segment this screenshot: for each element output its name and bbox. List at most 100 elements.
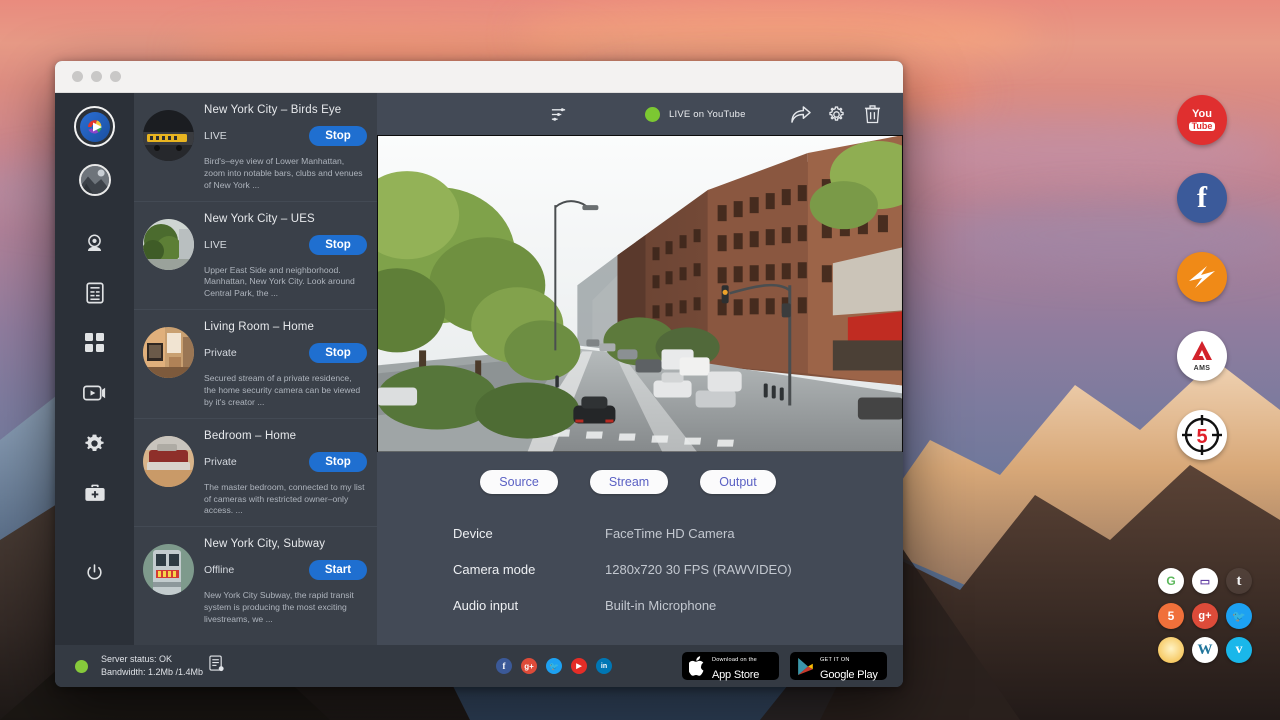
user-avatar[interactable] bbox=[79, 164, 111, 196]
rail-item-dashboard[interactable] bbox=[78, 326, 112, 360]
server-status-line: Server status: OK bbox=[101, 653, 203, 666]
window-titlebar bbox=[55, 61, 903, 93]
camera-description: New York City Subway, the rapid transit … bbox=[204, 590, 369, 626]
camera-status: LIVE bbox=[204, 130, 227, 142]
google-plus-icon[interactable]: g+ bbox=[521, 658, 537, 674]
app-logo[interactable] bbox=[74, 106, 115, 147]
webcam-icon bbox=[84, 233, 105, 254]
camera-action-button[interactable]: Stop bbox=[309, 126, 367, 146]
settings-tabs: Source Stream Output bbox=[377, 470, 903, 494]
spec-value[interactable]: 1280x720 30 FPS (RAWVIDEO) bbox=[605, 562, 792, 577]
twitch-mini-icon[interactable]: ▭ bbox=[1192, 568, 1218, 594]
server-status-dot-icon bbox=[75, 660, 88, 673]
settings-gear-icon[interactable] bbox=[823, 101, 849, 127]
facebook-icon[interactable]: f bbox=[496, 658, 512, 674]
camera-description: The master bedroom, connected to my list… bbox=[204, 482, 369, 518]
grid-icon bbox=[85, 333, 105, 353]
spec-row-device: Device FaceTime HD Camera bbox=[453, 526, 903, 541]
rail-item-reports[interactable] bbox=[78, 276, 112, 310]
linkedin-icon[interactable]: in bbox=[596, 658, 612, 674]
rail-item-cameras[interactable] bbox=[78, 226, 112, 260]
camera-thumbnail bbox=[143, 110, 194, 161]
store-badges: Download on the App Store GET IT ON Goog… bbox=[682, 652, 887, 680]
camera-title: Living Room – Home bbox=[204, 321, 369, 333]
camera-thumbnail bbox=[143, 219, 194, 270]
spec-row-audio-input: Audio input Built-in Microphone bbox=[453, 598, 903, 613]
camera-action-button[interactable]: Stop bbox=[309, 235, 367, 255]
bandwidth-line: Bandwidth: 1.2Mb /1.4Mb bbox=[101, 666, 203, 679]
rail-item-player[interactable] bbox=[78, 376, 112, 410]
camera-card[interactable]: New York City, Subway Offline Start New … bbox=[134, 527, 377, 635]
camera-status: LIVE bbox=[204, 239, 227, 251]
sliders-icon[interactable] bbox=[545, 101, 571, 127]
grasshopper-mini-icon[interactable]: G bbox=[1158, 568, 1184, 594]
wordpress-mini-icon[interactable]: W bbox=[1192, 637, 1218, 663]
tumblr-mini-icon[interactable]: t bbox=[1226, 568, 1252, 594]
maximize-button[interactable] bbox=[110, 71, 121, 82]
spec-value[interactable]: Built-in Microphone bbox=[605, 598, 716, 613]
spec-label: Device bbox=[453, 526, 605, 541]
gear-icon bbox=[84, 433, 105, 454]
spec-value[interactable]: FaceTime HD Camera bbox=[605, 526, 735, 541]
trash-icon[interactable] bbox=[859, 101, 885, 127]
live-dot-icon bbox=[645, 107, 660, 122]
camera-card[interactable]: Bedroom – Home Private Stop The master b… bbox=[134, 419, 377, 528]
camera-list[interactable]: New York City – Birds Eye LIVE Stop Bird… bbox=[134, 93, 377, 645]
rail-item-settings[interactable] bbox=[78, 426, 112, 460]
camera-action-button[interactable]: Start bbox=[309, 560, 367, 580]
google-play-badge[interactable]: GET IT ON Google Play bbox=[790, 652, 887, 680]
tab-source[interactable]: Source bbox=[480, 470, 558, 494]
adobe-ams-desktop-icon[interactable]: AMS bbox=[1177, 331, 1227, 381]
camera-title: Bedroom – Home bbox=[204, 430, 369, 442]
lightning-bolt-icon bbox=[1185, 262, 1219, 292]
cloud-streak bbox=[940, 200, 1280, 270]
rail-item-power[interactable] bbox=[78, 555, 112, 589]
rail-item-tools[interactable] bbox=[78, 476, 112, 510]
camera-thumbnail bbox=[143, 327, 194, 378]
channel5-desktop-icon[interactable]: 5 bbox=[1177, 410, 1227, 460]
sun-mini-icon[interactable] bbox=[1158, 637, 1184, 663]
spec-label: Audio input bbox=[453, 598, 605, 613]
vimeo-mini-icon[interactable]: v bbox=[1226, 637, 1252, 663]
log-document-icon[interactable] bbox=[209, 655, 224, 677]
camera-action-button[interactable]: Stop bbox=[309, 343, 367, 363]
youtube-desktop-icon[interactable]: You Tube bbox=[1177, 95, 1227, 145]
camera-description: Bird's–eye view of Lower Manhattan, zoom… bbox=[204, 156, 369, 192]
video-player-icon bbox=[83, 384, 106, 402]
close-button[interactable] bbox=[72, 71, 83, 82]
camera-description: Secured stream of a private residence, t… bbox=[204, 373, 369, 409]
twitter-mini-icon[interactable]: 🐦 bbox=[1226, 603, 1252, 629]
camera-action-button[interactable]: Stop bbox=[309, 452, 367, 472]
main-panel: LIVE on YouTube bbox=[377, 93, 903, 645]
camera-card[interactable]: New York City – UES LIVE Stop Upper East… bbox=[134, 202, 377, 311]
tab-stream[interactable]: Stream bbox=[590, 470, 668, 494]
camera-title: New York City – Birds Eye bbox=[204, 104, 369, 116]
app-store-line2: App Store bbox=[712, 669, 759, 681]
five-mini-icon[interactable]: 5 bbox=[1158, 603, 1184, 629]
video-preview[interactable] bbox=[377, 135, 903, 452]
camera-title: New York City, Subway bbox=[204, 538, 369, 550]
twitter-icon[interactable]: 🐦 bbox=[546, 658, 562, 674]
camera-thumbnail bbox=[143, 544, 194, 595]
social-links: f g+ 🐦 ▶ in bbox=[496, 658, 612, 674]
google-plus-mini-icon[interactable]: g+ bbox=[1192, 603, 1218, 629]
minimize-button[interactable] bbox=[91, 71, 102, 82]
app-store-badge[interactable]: Download on the App Store bbox=[682, 652, 779, 680]
spec-row-camera-mode: Camera mode 1280x720 30 FPS (RAWVIDEO) bbox=[453, 562, 903, 577]
youtube-icon[interactable]: ▶ bbox=[571, 658, 587, 674]
app-store-line1: Download on the bbox=[712, 657, 757, 663]
play-triangle-icon bbox=[797, 657, 814, 676]
add-camera-button[interactable]: + Add Camera bbox=[134, 635, 377, 645]
camera-card[interactable]: New York City – Birds Eye LIVE Stop Bird… bbox=[134, 93, 377, 202]
toolbox-icon bbox=[84, 484, 106, 503]
wowza-desktop-icon[interactable] bbox=[1177, 252, 1227, 302]
tab-output[interactable]: Output bbox=[700, 470, 776, 494]
camera-card[interactable]: Living Room – Home Private Stop Secured … bbox=[134, 310, 377, 419]
share-arrow-icon[interactable] bbox=[787, 101, 813, 127]
facebook-desktop-icon[interactable]: f bbox=[1177, 173, 1227, 223]
target-five-icon: 5 bbox=[1179, 412, 1225, 458]
adobe-a-icon bbox=[1191, 341, 1213, 360]
desktop: You Tube f AMS 5 G ▭ t 5 g+ 🐦 bbox=[0, 0, 1280, 720]
cloud-streak bbox=[520, 5, 1040, 65]
document-list-icon bbox=[85, 282, 105, 304]
